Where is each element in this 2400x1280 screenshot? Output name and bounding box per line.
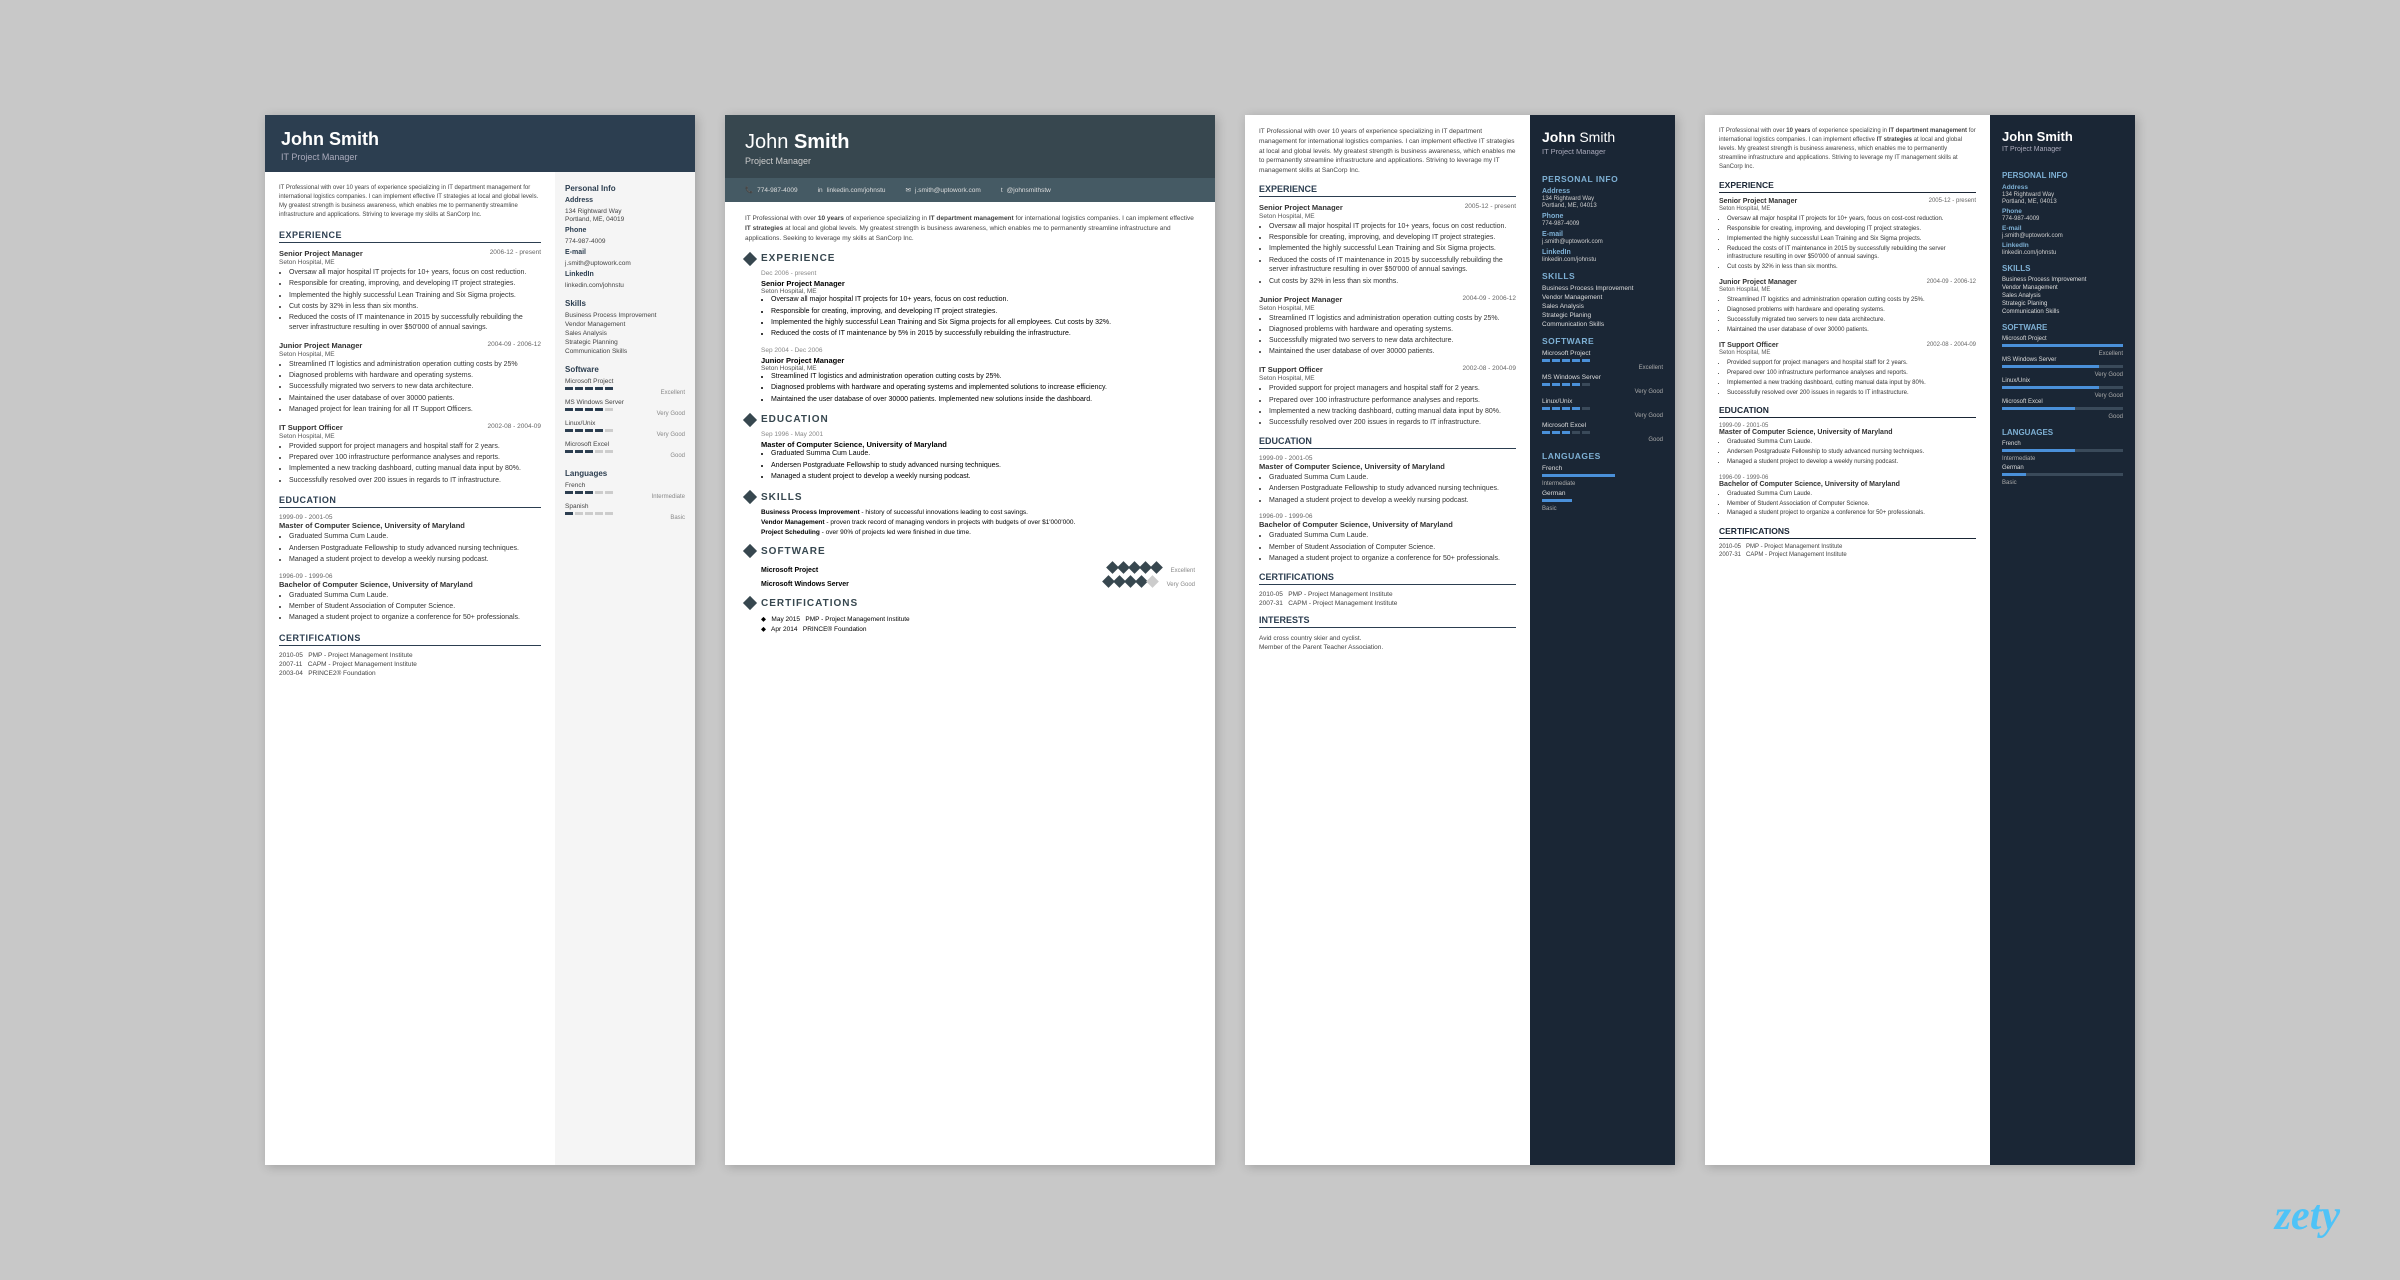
resume1-title: IT Project Manager xyxy=(281,152,679,162)
resume4-name: John Smith xyxy=(2002,129,2123,144)
resume4-sidebar: John Smith IT Project Manager Personal I… xyxy=(1990,115,2135,1165)
resume2-job-2: Sep 2004 - Dec 2006 Junior Project Manag… xyxy=(745,347,1195,404)
resume3-job-1: Senior Project Manager 2005-12 - present… xyxy=(1259,203,1516,287)
resume2-contact: 📞 774-987-4009 in linkedin.com/johnstu ✉… xyxy=(725,178,1215,202)
diamond-icon-5 xyxy=(743,596,757,610)
resume1-job-3: IT Support Officer 2002-08 - 2004-09 Set… xyxy=(279,423,541,486)
resume3-edu-1: 1999-09 - 2001-05 Master of Computer Sci… xyxy=(1259,455,1516,505)
resume-4: IT Professional with over 10 years of ex… xyxy=(1705,115,2135,1165)
resume2-cert-section: CERTIFICATIONS ◆ May 2015 PMP - Project … xyxy=(745,598,1195,633)
resume3-title: IT Project Manager xyxy=(1542,147,1663,156)
resume2-education-section: EDUCATION Sep 1996 - May 2001 Master of … xyxy=(745,414,1195,481)
resume2-skills-section: SKILLS Business Process Improvement - hi… xyxy=(745,492,1195,536)
resume3-job-3: IT Support Officer 2002-08 - 2004-09 Set… xyxy=(1259,365,1516,428)
resume1-education-title: Education xyxy=(279,495,541,508)
resume1-job-1: Senior Project Manager 2006-12 - present… xyxy=(279,249,541,333)
email-icon: ✉ xyxy=(906,186,911,194)
resume1-name: John Smith xyxy=(281,129,679,150)
resume3-main: IT Professional with over 10 years of ex… xyxy=(1245,115,1530,1165)
resume-2: John Smith Project Manager 📞 774-987-400… xyxy=(725,115,1215,1165)
resume1-header: John Smith IT Project Manager xyxy=(265,115,695,172)
diamond-icon xyxy=(743,252,757,266)
resume2-body: IT Professional with over 10 years of ex… xyxy=(725,202,1215,655)
resume4-job-3: IT Support Officer Seton Hospital, ME 20… xyxy=(1719,342,1976,397)
resume1-edu-2: 1996-09 - 1999-06 Bachelor of Computer S… xyxy=(279,573,541,623)
resume4-main: IT Professional with over 10 years of ex… xyxy=(1705,115,1990,1165)
diamond-icon-2 xyxy=(743,413,757,427)
resume1-experience-title: Experience xyxy=(279,230,541,243)
diamond-icon-4 xyxy=(743,544,757,558)
resume2-edu-1: Sep 1996 - May 2001 Master of Computer S… xyxy=(745,431,1195,481)
resume1-job-2: Junior Project Manager 2004-09 - 2006-12… xyxy=(279,341,541,415)
resume1-sidebar: Personal Info Address 134 Rightward Way … xyxy=(555,172,695,1165)
resume3-edu-2: 1996-09 - 1999-06 Bachelor of Computer S… xyxy=(1259,513,1516,563)
resume2-software-section: SOFTWARE Microsoft Project Excellent Mic… xyxy=(745,546,1195,588)
resume2-name: John Smith xyxy=(745,131,1195,154)
linkedin-icon: in xyxy=(818,187,823,194)
zety-watermark: zety xyxy=(2275,1192,2340,1240)
diamond-icon-3 xyxy=(743,490,757,504)
resume1-edu-1: 1999-09 - 2001-05 Master of Computer Sci… xyxy=(279,514,541,564)
resume2-title: Project Manager xyxy=(745,156,1195,166)
phone-icon: 📞 xyxy=(745,186,753,194)
resume-1: John Smith IT Project Manager IT Profess… xyxy=(265,115,695,1165)
resume1-intro: IT Professional with over 10 years of ex… xyxy=(279,184,541,220)
resume4-title: IT Project Manager xyxy=(2002,146,2123,153)
resume4-job-1: Senior Project Manager Seton Hospital, M… xyxy=(1719,198,1976,271)
resume2-job-1: Dec 2006 - present Senior Project Manage… xyxy=(745,270,1195,339)
resume2-header: John Smith Project Manager xyxy=(725,115,1215,178)
resume3-sidebar: John Smith IT Project Manager Personal I… xyxy=(1530,115,1675,1165)
twitter-icon: t xyxy=(1001,187,1003,194)
resume1-cert-title: Certifications xyxy=(279,633,541,646)
resume-3: IT Professional with over 10 years of ex… xyxy=(1245,115,1675,1165)
page-container: John Smith IT Project Manager IT Profess… xyxy=(0,0,2400,1280)
resume4-job-2: Junior Project Manager Seton Hospital, M… xyxy=(1719,279,1976,334)
resume2-experience-section: EXPERIENCE Dec 2006 - present Senior Pro… xyxy=(745,253,1195,404)
resume1-main: IT Professional with over 10 years of ex… xyxy=(265,172,555,1165)
resume3-job-2: Junior Project Manager 2004-09 - 2006-12… xyxy=(1259,295,1516,358)
resume3-name: John Smith xyxy=(1542,129,1663,145)
